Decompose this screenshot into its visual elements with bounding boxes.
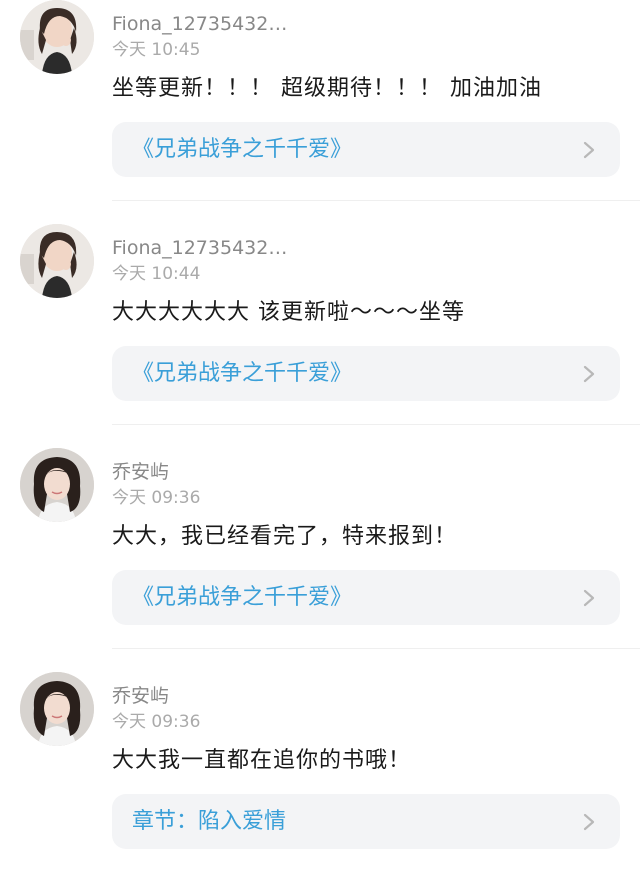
comment-item: 乔安屿 今天 09:36 大大，我已经看完了，特来报到！ 《兄弟战争之千千爱》 <box>0 448 640 672</box>
divider <box>112 648 640 649</box>
timestamp: 今天 10:44 <box>112 264 201 284</box>
book-link-card[interactable]: 《兄弟战争之千千爱》 <box>112 122 620 177</box>
comment-text: 坐等更新！！！ 超级期待！！！ 加油加油 <box>112 76 542 101</box>
chevron-right-icon <box>583 813 595 831</box>
book-link-title: 《兄弟战争之千千爱》 <box>132 137 353 162</box>
book-link-title: 《兄弟战争之千千爱》 <box>132 585 353 610</box>
username[interactable]: 乔安屿 <box>112 684 169 708</box>
comment-text: 大大我一直都在追你的书哦！ <box>112 748 412 773</box>
comment-text: 大大大大大大 该更新啦～～～坐等 <box>112 300 465 325</box>
comment-item: Fiona_12735432… 今天 10:45 坐等更新！！！ 超级期待！！！… <box>0 0 640 224</box>
avatar[interactable] <box>20 672 94 746</box>
comment-feed: Fiona_12735432… 今天 10:45 坐等更新！！！ 超级期待！！！… <box>0 0 640 877</box>
divider <box>112 200 640 201</box>
comment-text: 大大，我已经看完了，特来报到！ <box>112 524 458 549</box>
chevron-right-icon <box>583 365 595 383</box>
username[interactable]: 乔安屿 <box>112 460 169 484</box>
avatar[interactable] <box>20 224 94 298</box>
timestamp: 今天 10:45 <box>112 40 201 60</box>
book-link-card[interactable]: 《兄弟战争之千千爱》 <box>112 346 620 401</box>
chapter-link-title: 章节：陷入爱情 <box>132 809 287 834</box>
divider <box>112 424 640 425</box>
timestamp: 今天 09:36 <box>112 712 201 732</box>
username[interactable]: Fiona_12735432… <box>112 236 287 260</box>
avatar-qiaoanyu-icon <box>20 672 94 746</box>
chevron-right-icon <box>583 141 595 159</box>
avatar-fiona-icon <box>20 224 94 298</box>
avatar[interactable] <box>20 448 94 522</box>
timestamp: 今天 09:36 <box>112 488 201 508</box>
avatar-qiaoanyu-icon <box>20 448 94 522</box>
comment-item: 乔安屿 今天 09:36 大大我一直都在追你的书哦！ 章节：陷入爱情 <box>0 672 640 877</box>
username[interactable]: Fiona_12735432… <box>112 12 287 36</box>
book-link-title: 《兄弟战争之千千爱》 <box>132 361 353 386</box>
avatar[interactable] <box>20 0 94 74</box>
chapter-link-card[interactable]: 章节：陷入爱情 <box>112 794 620 849</box>
avatar-fiona-icon <box>20 0 94 74</box>
comment-item: Fiona_12735432… 今天 10:44 大大大大大大 该更新啦～～～坐… <box>0 224 640 448</box>
chevron-right-icon <box>583 589 595 607</box>
book-link-card[interactable]: 《兄弟战争之千千爱》 <box>112 570 620 625</box>
